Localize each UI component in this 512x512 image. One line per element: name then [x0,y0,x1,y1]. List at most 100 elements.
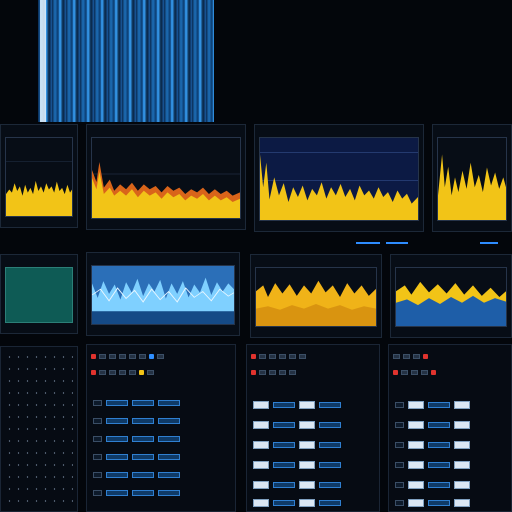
knob[interactable] [401,369,408,375]
fader-button[interactable] [408,441,424,449]
fader-button[interactable] [428,500,450,506]
knob[interactable] [289,353,296,359]
knob[interactable] [119,353,126,359]
fader-button[interactable] [106,400,128,406]
fader-button[interactable] [253,401,269,409]
knob[interactable] [413,353,420,359]
knob[interactable] [259,369,266,375]
fader-button[interactable] [299,499,315,507]
fader-button[interactable] [428,482,450,488]
fader-button[interactable] [299,481,315,489]
fader-button[interactable] [299,401,315,409]
fader-button[interactable] [93,454,102,460]
fader-button[interactable] [319,442,341,448]
fader-button[interactable] [106,418,128,424]
fader-button[interactable] [319,402,341,408]
fader-button[interactable] [253,461,269,469]
fader-button[interactable] [408,499,424,507]
knob[interactable] [99,369,106,375]
knob[interactable] [259,353,266,359]
knob[interactable] [147,369,154,375]
knob[interactable] [129,369,136,375]
accent-bar-2 [386,242,408,244]
fader-button[interactable] [428,442,450,448]
fader-button[interactable] [106,490,128,496]
knob[interactable] [109,353,116,359]
fader-button[interactable] [106,472,128,478]
fader-button[interactable] [319,422,341,428]
fader-button[interactable] [273,482,295,488]
fader-button[interactable] [158,472,180,478]
fader-button[interactable] [395,422,404,428]
fader-button[interactable] [299,461,315,469]
fader-button[interactable] [273,402,295,408]
fader-button[interactable] [106,454,128,460]
knob[interactable] [99,353,106,359]
fader-button[interactable] [253,499,269,507]
knob[interactable] [269,369,276,375]
fader-button[interactable] [395,462,404,468]
knob[interactable] [411,369,418,375]
fader-button[interactable] [395,482,404,488]
fader-button[interactable] [454,401,470,409]
knob[interactable] [109,369,116,375]
fader-button[interactable] [299,441,315,449]
knob[interactable] [139,353,146,359]
fader-button[interactable] [454,481,470,489]
fader-button[interactable] [408,481,424,489]
fader-button[interactable] [428,402,450,408]
fader-button[interactable] [319,462,341,468]
fader-button[interactable] [253,481,269,489]
fader-button[interactable] [93,400,102,406]
fader-button[interactable] [132,418,154,424]
knob[interactable] [299,353,306,359]
fader-button[interactable] [132,472,154,478]
fader-button[interactable] [454,499,470,507]
fader-button[interactable] [158,490,180,496]
fader-button[interactable] [273,462,295,468]
knob[interactable] [279,353,286,359]
fader-button[interactable] [93,472,102,478]
fader-button[interactable] [253,421,269,429]
fader-button[interactable] [319,500,341,506]
fader-button[interactable] [273,442,295,448]
fader-button[interactable] [454,421,470,429]
fader-button[interactable] [408,421,424,429]
fader-button[interactable] [158,454,180,460]
knob[interactable] [289,369,296,375]
knob[interactable] [119,369,126,375]
fader-button[interactable] [395,402,404,408]
fader-button[interactable] [408,461,424,469]
knob[interactable] [269,353,276,359]
fader-button[interactable] [132,436,154,442]
knob[interactable] [403,353,410,359]
knob[interactable] [421,369,428,375]
led-row-6 [393,367,507,377]
fader-button[interactable] [93,490,102,496]
knob[interactable] [279,369,286,375]
fader-button[interactable] [408,401,424,409]
fader-button[interactable] [93,418,102,424]
fader-button[interactable] [132,400,154,406]
fader-button[interactable] [319,482,341,488]
fader-button[interactable] [158,418,180,424]
fader-button[interactable] [299,421,315,429]
fader-button[interactable] [253,441,269,449]
knob[interactable] [393,353,400,359]
fader-button[interactable] [158,400,180,406]
fader-button[interactable] [454,441,470,449]
fader-button[interactable] [428,422,450,428]
fader-button[interactable] [132,490,154,496]
fader-button[interactable] [106,436,128,442]
fader-button[interactable] [158,436,180,442]
fader-button[interactable] [454,461,470,469]
fader-button[interactable] [273,422,295,428]
knob[interactable] [157,353,164,359]
fader-button[interactable] [395,442,404,448]
fader-button[interactable] [132,454,154,460]
fader-button[interactable] [395,500,404,506]
knob[interactable] [129,353,136,359]
fader-button[interactable] [428,462,450,468]
fader-button[interactable] [273,500,295,506]
fader-button[interactable] [93,436,102,442]
